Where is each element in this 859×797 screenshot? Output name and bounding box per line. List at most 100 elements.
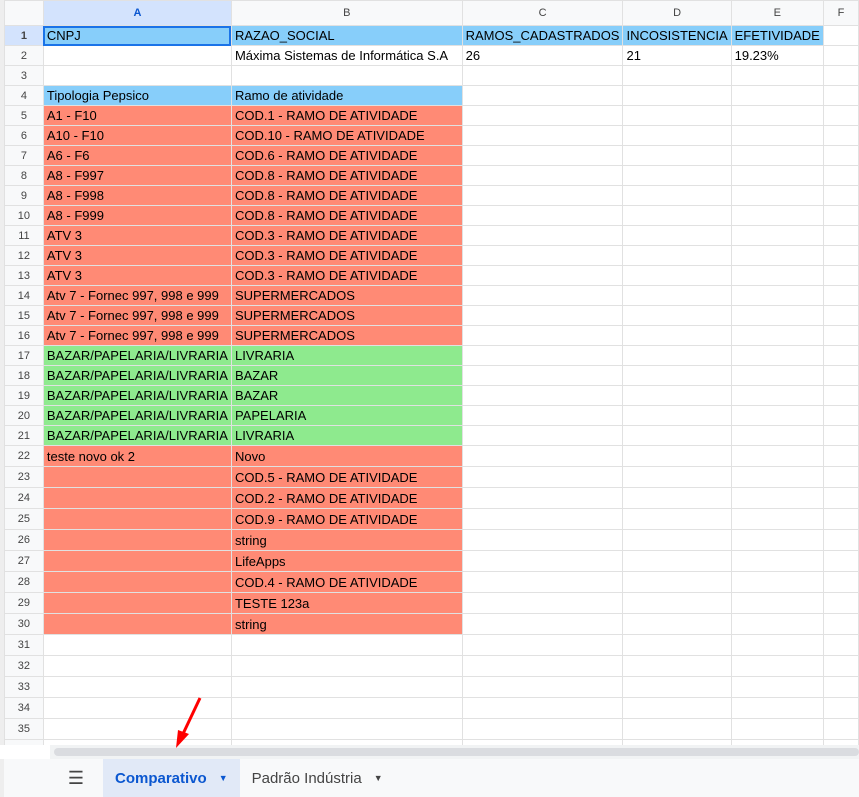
row-header[interactable]: 26 (4, 529, 44, 551)
cell-b30[interactable]: string (230, 613, 463, 635)
cell-b22[interactable]: Novo (230, 445, 463, 467)
cell-f5[interactable] (822, 105, 859, 126)
cell-e13[interactable] (730, 265, 824, 286)
cell-a7[interactable]: A6 - F6 (42, 145, 232, 166)
cell-e7[interactable] (730, 145, 824, 166)
row-header[interactable]: 21 (4, 425, 44, 446)
cell-d28[interactable] (622, 571, 732, 593)
cell-a15[interactable]: Atv 7 - Fornec 997, 998 e 999 (42, 305, 232, 326)
cell-b8[interactable]: COD.8 - RAMO DE ATIVIDADE (230, 165, 463, 186)
cell-f27[interactable] (822, 550, 859, 572)
cell-c15[interactable] (461, 305, 624, 326)
cell-b31[interactable] (230, 634, 463, 656)
cell-d35[interactable] (622, 718, 732, 740)
cell-e17[interactable] (730, 345, 824, 366)
cell-a21[interactable]: BAZAR/PAPELARIA/LIVRARIA (42, 425, 232, 446)
cell-e21[interactable] (730, 425, 824, 446)
cell-c23[interactable] (461, 466, 624, 488)
cell-c9[interactable] (461, 185, 624, 206)
cell-c19[interactable] (461, 385, 624, 406)
cell-f26[interactable] (822, 529, 859, 551)
cell-c11[interactable] (461, 225, 624, 246)
cell-a31[interactable] (42, 634, 232, 656)
cell-d16[interactable] (622, 325, 732, 346)
cell-c16[interactable] (461, 325, 624, 346)
cell-c13[interactable] (461, 265, 624, 286)
cell-e31[interactable] (730, 634, 824, 656)
cell-c29[interactable] (461, 592, 624, 614)
cell-a22[interactable]: teste novo ok 2 (42, 445, 232, 467)
cell-b34[interactable] (230, 697, 463, 719)
cell-f33[interactable] (822, 676, 859, 698)
row-header[interactable]: 12 (4, 245, 44, 266)
cell-b14[interactable]: SUPERMERCADOS (230, 285, 463, 306)
cell-b15[interactable]: SUPERMERCADOS (230, 305, 463, 326)
cell-c30[interactable] (461, 613, 624, 635)
chevron-down-icon[interactable]: ▼ (219, 773, 228, 783)
cell-e8[interactable] (730, 165, 824, 186)
cell-b21[interactable]: LIVRARIA (230, 425, 463, 446)
cell-f34[interactable] (822, 697, 859, 719)
row-header[interactable]: 11 (4, 225, 44, 246)
column-header-c[interactable]: C (461, 0, 624, 26)
row-header[interactable]: 13 (4, 265, 44, 286)
cell-b25[interactable]: COD.9 - RAMO DE ATIVIDADE (230, 508, 463, 530)
all-sheets-menu-button[interactable]: ☰ (56, 768, 96, 789)
cell-b3[interactable] (230, 65, 463, 86)
cell-d14[interactable] (622, 285, 732, 306)
row-header[interactable]: 35 (4, 718, 44, 740)
row-header[interactable]: 23 (4, 466, 44, 488)
cell-f11[interactable] (822, 225, 859, 246)
cell-a24[interactable] (42, 487, 232, 509)
cell-a17[interactable]: BAZAR/PAPELARIA/LIVRARIA (42, 345, 232, 366)
cell-a4[interactable]: Tipologia Pepsico (42, 85, 232, 106)
cell-d19[interactable] (622, 385, 732, 406)
row-header[interactable]: 7 (4, 145, 44, 166)
cell-e34[interactable] (730, 697, 824, 719)
cell-b12[interactable]: COD.3 - RAMO DE ATIVIDADE (230, 245, 463, 266)
cell-b16[interactable]: SUPERMERCADOS (230, 325, 463, 346)
cell-d31[interactable] (622, 634, 732, 656)
row-header[interactable]: 16 (4, 325, 44, 346)
cell-d34[interactable] (622, 697, 732, 719)
row-header[interactable]: 22 (4, 445, 44, 467)
cell-f17[interactable] (822, 345, 859, 366)
cell-f7[interactable] (822, 145, 859, 166)
cell-d6[interactable] (622, 125, 732, 146)
row-header[interactable]: 2 (4, 45, 44, 66)
cell-a26[interactable] (42, 529, 232, 551)
cell-a18[interactable]: BAZAR/PAPELARIA/LIVRARIA (42, 365, 232, 386)
cell-b29[interactable]: TESTE 123a (230, 592, 463, 614)
cell-f20[interactable] (822, 405, 859, 426)
cell-a13[interactable]: ATV 3 (42, 265, 232, 286)
cell-a14[interactable]: Atv 7 - Fornec 997, 998 e 999 (42, 285, 232, 306)
row-header[interactable]: 6 (4, 125, 44, 146)
cell-c6[interactable] (461, 125, 624, 146)
cell-f24[interactable] (822, 487, 859, 509)
cell-f3[interactable] (822, 65, 859, 86)
cell-b6[interactable]: COD.10 - RAMO DE ATIVIDADE (230, 125, 463, 146)
cell-f13[interactable] (822, 265, 859, 286)
column-header-f[interactable]: F (822, 0, 859, 26)
cell-a8[interactable]: A8 - F997 (42, 165, 232, 186)
cell-e19[interactable] (730, 385, 824, 406)
cell-d2[interactable]: 21 (622, 45, 732, 66)
cell-e12[interactable] (730, 245, 824, 266)
cell-f30[interactable] (822, 613, 859, 635)
row-header[interactable]: 18 (4, 365, 44, 386)
cell-a3[interactable] (42, 65, 232, 86)
cell-c32[interactable] (461, 655, 624, 677)
cell-d15[interactable] (622, 305, 732, 326)
cell-d11[interactable] (622, 225, 732, 246)
row-header[interactable]: 5 (4, 105, 44, 126)
cell-e29[interactable] (730, 592, 824, 614)
cell-e15[interactable] (730, 305, 824, 326)
cell-a16[interactable]: Atv 7 - Fornec 997, 998 e 999 (42, 325, 232, 346)
cell-c35[interactable] (461, 718, 624, 740)
column-header-a[interactable]: A (42, 0, 232, 26)
cell-b7[interactable]: COD.6 - RAMO DE ATIVIDADE (230, 145, 463, 166)
cell-c12[interactable] (461, 245, 624, 266)
cell-d3[interactable] (622, 65, 732, 86)
cell-a29[interactable] (42, 592, 232, 614)
cell-f32[interactable] (822, 655, 859, 677)
